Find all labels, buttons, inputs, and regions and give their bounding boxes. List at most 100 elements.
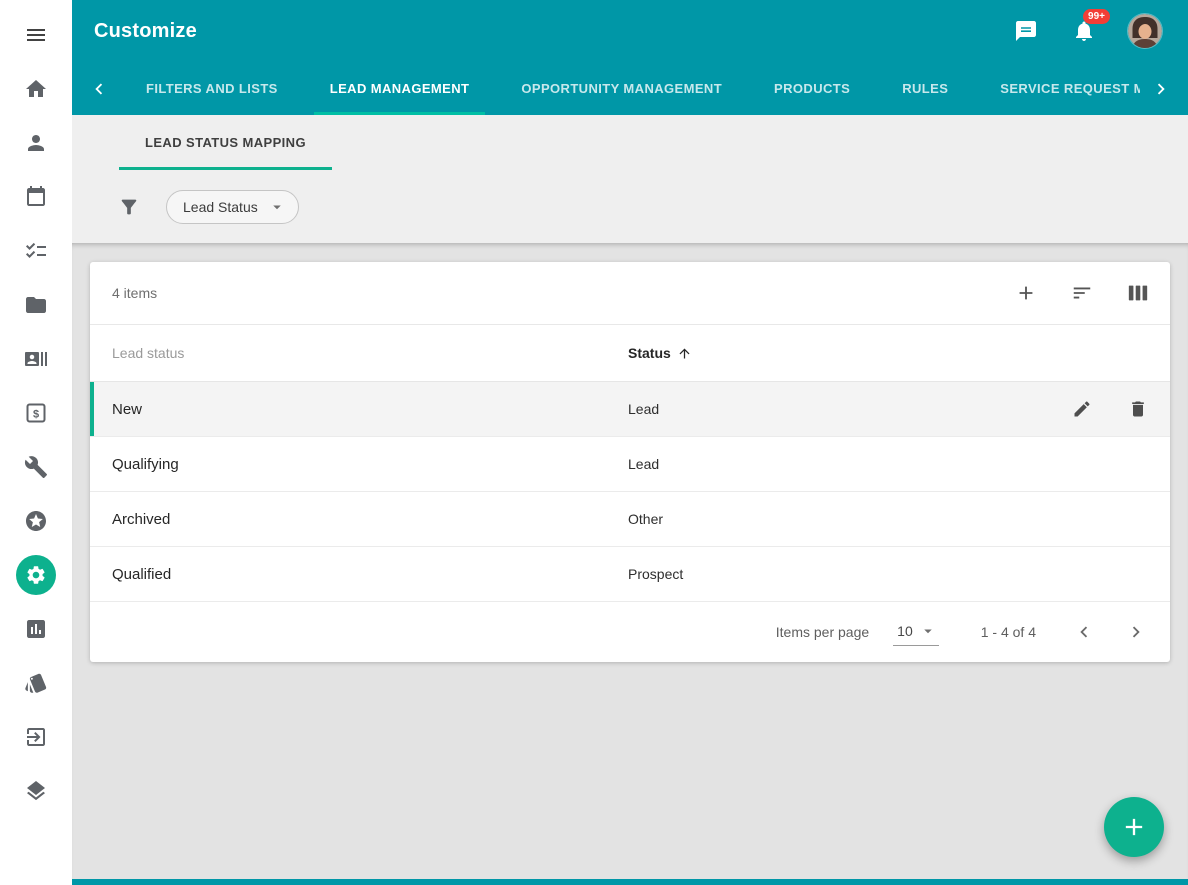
home-icon (24, 77, 48, 101)
add-button[interactable] (1006, 273, 1046, 313)
app: $ Customize (0, 0, 1188, 885)
notifications-button[interactable]: 99+ (1070, 17, 1098, 45)
settings-icon (25, 564, 47, 586)
subtab-label: LEAD STATUS MAPPING (145, 135, 306, 150)
page-size-select[interactable]: 10 (893, 618, 939, 646)
table-row[interactable]: Archived Other (90, 492, 1170, 547)
tab-rules[interactable]: RULES (876, 62, 974, 115)
chat-button[interactable] (1012, 17, 1040, 45)
sidebar-item-layers[interactable] (12, 764, 60, 818)
sidebar-item-folder[interactable] (12, 278, 60, 332)
page-size-value: 10 (897, 623, 913, 639)
wrench-icon (24, 455, 48, 479)
page-title: Customize (94, 20, 197, 43)
chevron-right-icon (1150, 78, 1172, 100)
tabs: FILTERS AND LISTS LEAD MANAGEMENT OPPORT… (120, 62, 1140, 115)
sidebar-item-tags[interactable] (12, 656, 60, 710)
tab-label: SERVICE REQUEST MANAGEMENT (1000, 81, 1140, 96)
exit-icon (24, 725, 48, 749)
delete-icon (1128, 399, 1148, 419)
table-row[interactable]: Qualified Prospect (90, 547, 1170, 602)
dropdown-caret-icon (919, 622, 937, 640)
sidebar-item-contacts[interactable] (12, 332, 60, 386)
tab-label: PRODUCTS (774, 81, 850, 96)
filter-button[interactable] (116, 194, 142, 220)
row-actions (1020, 389, 1170, 429)
sidebar-item-exit[interactable] (12, 710, 60, 764)
svg-text:$: $ (33, 409, 39, 421)
avatar-image (1128, 14, 1162, 48)
add-icon (1015, 282, 1037, 304)
fab-add-button[interactable] (1104, 797, 1164, 857)
tab-label: OPPORTUNITY MANAGEMENT (521, 81, 722, 96)
status-cell: Other (628, 511, 1020, 527)
lead-status-cell: Archived (112, 511, 628, 528)
items-count: 4 items (112, 285, 157, 301)
edit-button[interactable] (1062, 389, 1102, 429)
lead-status-filter-chip[interactable]: Lead Status (166, 190, 299, 224)
sidebar-item-tools[interactable] (12, 440, 60, 494)
sidebar: $ (0, 0, 72, 885)
status-cell: Prospect (628, 566, 1020, 582)
tab-label: LEAD MANAGEMENT (330, 81, 470, 96)
sidebar-item-analytics[interactable] (12, 602, 60, 656)
tab-filters-and-lists[interactable]: FILTERS AND LISTS (120, 62, 304, 115)
sidebar-item-tasks[interactable] (12, 224, 60, 278)
table-row[interactable]: New Lead (90, 382, 1170, 437)
columns-icon (1127, 282, 1149, 304)
card-actions (1006, 273, 1158, 313)
calendar-icon (24, 185, 48, 209)
notification-badge: 99+ (1083, 9, 1110, 24)
tasks-icon (24, 239, 48, 263)
stars-icon (24, 509, 48, 533)
sort-button[interactable] (1062, 273, 1102, 313)
pagination: Items per page 10 1 - 4 of 4 (90, 602, 1170, 662)
column-header-lead-status[interactable]: Lead status (112, 345, 628, 361)
sidebar-item-billing[interactable]: $ (12, 386, 60, 440)
columns-button[interactable] (1118, 273, 1158, 313)
chevron-left-icon (88, 78, 110, 100)
sidebar-item-person[interactable] (12, 116, 60, 170)
chat-icon (1014, 19, 1038, 43)
tab-service-request-management[interactable]: SERVICE REQUEST MANAGEMENT (974, 62, 1140, 115)
column-header-label: Status (628, 345, 671, 361)
sort-icon (1071, 282, 1093, 304)
previous-page-button[interactable] (1064, 612, 1104, 652)
layers-icon (24, 779, 48, 803)
tab-products[interactable]: PRODUCTS (748, 62, 876, 115)
column-header-status[interactable]: Status (628, 345, 1020, 361)
sidebar-item-settings[interactable] (12, 548, 60, 602)
tags-icon (24, 671, 48, 695)
next-page-button[interactable] (1116, 612, 1156, 652)
sidebar-item-home[interactable] (12, 62, 60, 116)
lead-status-cell: Qualifying (112, 456, 628, 473)
avatar[interactable] (1128, 14, 1162, 48)
table-header: Lead status Status (90, 325, 1170, 382)
subtabbar: LEAD STATUS MAPPING (72, 115, 1188, 170)
menu-icon (24, 23, 48, 47)
tabs-scroll-right-button[interactable] (1140, 62, 1182, 115)
sidebar-item-favorites[interactable] (12, 494, 60, 548)
analytics-icon (24, 617, 48, 641)
tab-lead-management[interactable]: LEAD MANAGEMENT (304, 62, 496, 115)
add-icon (1120, 813, 1148, 841)
settings-active-indicator (16, 555, 56, 595)
topbar: Customize 99+ (72, 0, 1188, 62)
table-row[interactable]: Qualifying Lead (90, 437, 1170, 492)
subtab-lead-status-mapping[interactable]: LEAD STATUS MAPPING (119, 115, 332, 170)
sidebar-item-calendar[interactable] (12, 170, 60, 224)
delete-button[interactable] (1118, 389, 1158, 429)
tabbar: FILTERS AND LISTS LEAD MANAGEMENT OPPORT… (72, 62, 1188, 115)
chevron-right-icon (1125, 621, 1147, 643)
main-area: Customize 99+ (72, 0, 1188, 885)
pagination-range: 1 - 4 of 4 (981, 624, 1036, 640)
lead-status-mapping-card: 4 items Lead status (90, 262, 1170, 662)
sort-ascending-arrow-icon (677, 346, 692, 361)
chevron-left-icon (1073, 621, 1095, 643)
sidebar-item-menu[interactable] (12, 8, 60, 62)
tabs-scroll-left-button[interactable] (78, 62, 120, 115)
tab-opportunity-management[interactable]: OPPORTUNITY MANAGEMENT (495, 62, 748, 115)
tab-label: RULES (902, 81, 948, 96)
folder-icon (24, 293, 48, 317)
status-cell: Lead (628, 456, 1020, 472)
